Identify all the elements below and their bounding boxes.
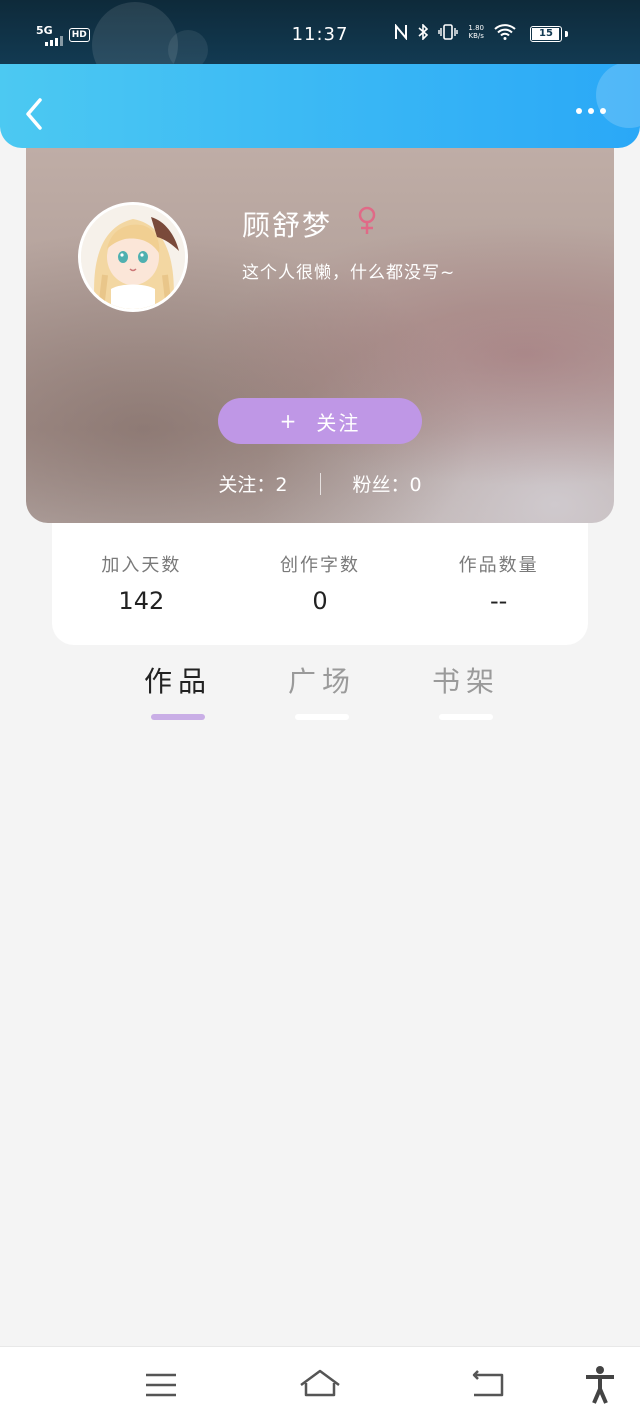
status-icons: 1.80 KB/s (394, 24, 516, 40)
accessibility-button[interactable] (578, 1365, 622, 1405)
follow-button[interactable]: + 关注 (218, 398, 422, 444)
stat-works-count: 作品数量 -- (409, 523, 588, 645)
divider (319, 472, 321, 495)
tab-square[interactable]: 广场 (262, 660, 382, 720)
stats-panel: 加入天数 142 创作字数 0 作品数量 -- (52, 523, 588, 645)
follow-button-label: 关注 (316, 410, 361, 435)
back-icon (472, 1370, 504, 1397)
followers-count[interactable]: 粉丝：0 (353, 470, 422, 497)
status-bar: 5G HD 11:37 1.80 KB/s 15 (0, 0, 640, 64)
avatar[interactable] (78, 202, 188, 312)
tab-indicator (439, 714, 493, 720)
app-header (0, 64, 640, 148)
tab-indicator (151, 714, 205, 720)
follow-stats: 关注：2 粉丝：0 (26, 470, 614, 497)
tab-works[interactable]: 作品 (118, 660, 238, 720)
system-nav-bar (0, 1346, 640, 1423)
stat-join-days: 加入天数 142 (52, 523, 231, 645)
home-button[interactable] (298, 1365, 342, 1405)
more-dots-icon (576, 108, 582, 114)
stat-value: -- (490, 587, 508, 615)
tab-label: 作品 (143, 665, 212, 698)
plus-icon: + (279, 409, 299, 433)
menu-button[interactable] (140, 1365, 184, 1405)
tab-content (0, 740, 640, 1340)
chevron-left-icon (26, 98, 42, 130)
battery-icon: 15 (530, 26, 562, 42)
profile-tabs: 作品 广场 书架 (0, 660, 640, 730)
net-speed: 1.80 KB/s (468, 24, 484, 40)
bluetooth-icon (418, 24, 429, 40)
stat-value: 0 (312, 587, 328, 615)
wifi-icon (494, 24, 516, 40)
tab-indicator (295, 714, 349, 720)
back-button[interactable] (20, 94, 50, 134)
username: 顾舒梦 (242, 209, 333, 242)
stat-label: 创作字数 (280, 555, 360, 576)
tab-label: 广场 (287, 665, 356, 698)
tab-label: 书架 (431, 665, 500, 698)
nfc-icon (395, 24, 408, 40)
bio-text: 这个人很懒，什么都没写~ (242, 263, 456, 283)
avatar-image (81, 205, 185, 309)
stat-label: 加入天数 (101, 555, 182, 576)
stat-label: 作品数量 (458, 555, 539, 576)
vibrate-icon (438, 24, 459, 40)
stat-word-count: 创作字数 0 (231, 523, 410, 645)
profile-card: 顾舒梦 这个人很懒，什么都没写~ + 关注 关注：2 粉丝：0 (26, 148, 614, 523)
back-nav-button[interactable] (466, 1365, 510, 1405)
following-count[interactable]: 关注：2 (218, 470, 287, 497)
menu-icon (146, 1373, 176, 1397)
home-icon (300, 1369, 340, 1397)
more-button[interactable] (576, 104, 612, 118)
decor-bubble (596, 64, 640, 128)
stat-value: 142 (118, 587, 165, 615)
accessibility-icon (586, 1366, 614, 1404)
tab-bookshelf[interactable]: 书架 (406, 660, 526, 720)
female-icon (358, 206, 376, 234)
